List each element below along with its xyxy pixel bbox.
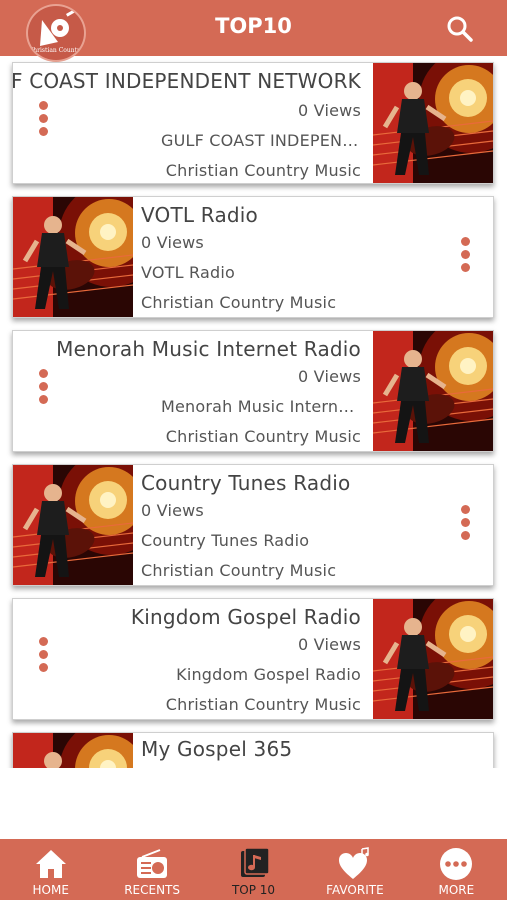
station-genre: Christian Country Music [141, 293, 337, 312]
station-name: Country Tunes Radio [141, 471, 351, 495]
tab-top10[interactable]: TOP 10 [203, 839, 304, 900]
tab-home[interactable]: HOME [0, 839, 101, 900]
tab-label: HOME [32, 883, 69, 897]
station-views: 0 Views [298, 367, 361, 386]
station-thumbnail [13, 733, 133, 768]
station-list[interactable]: GULF COAST INDEPENDENT NETWORK 0 Views G… [0, 56, 507, 768]
station-thumbnail [13, 465, 133, 585]
station-card[interactable]: Country Tunes Radio 0 Views Country Tune… [12, 464, 494, 586]
home-icon [35, 850, 66, 878]
heart-music-icon [338, 847, 369, 879]
more-options-icon[interactable] [455, 505, 475, 549]
more-options-icon[interactable] [33, 369, 53, 413]
tab-favorite[interactable]: FAVORITE [304, 839, 405, 900]
station-name: VOTL Radio [141, 203, 258, 227]
tab-label: TOP 10 [231, 883, 276, 897]
station-views: 0 Views [141, 233, 204, 252]
tab-label: FAVORITE [326, 883, 384, 897]
station-thumbnail [373, 63, 493, 183]
station-subtitle: Menorah Music Internet... [161, 397, 361, 416]
station-thumbnail [13, 197, 133, 317]
station-genre: Christian Country Music [141, 561, 337, 580]
search-icon[interactable] [446, 15, 474, 43]
station-thumbnail [373, 331, 493, 451]
station-name: Menorah Music Internet Radio [56, 337, 361, 361]
station-subtitle: VOTL Radio [141, 263, 235, 282]
app-header: Christian Country TOP10 [0, 0, 507, 62]
tab-label: RECENTS [124, 883, 181, 897]
more-options-icon[interactable] [33, 101, 53, 145]
station-subtitle: GULF COAST INDEPEND... [161, 131, 361, 150]
more-options-icon[interactable] [33, 637, 53, 681]
station-genre: Christian Country Music [165, 161, 361, 180]
station-views: 0 Views [298, 635, 361, 654]
station-thumbnail [373, 599, 493, 719]
station-genre: Christian Country Music [165, 427, 361, 446]
radio-icon [137, 849, 168, 878]
bottom-tab-bar: HOME RECENTS TOP 10 FAVORITE MORE [0, 839, 507, 900]
station-subtitle: Kingdom Gospel Radio [176, 665, 361, 684]
music-note-icon [240, 847, 270, 877]
station-name: GULF COAST INDEPENDENT NETWORK [12, 69, 361, 93]
station-genre: Christian Country Music [165, 695, 361, 714]
station-views: 0 Views [298, 101, 361, 120]
more-icon [440, 848, 473, 880]
tab-more[interactable]: MORE [406, 839, 507, 900]
page-title: TOP10 [215, 14, 292, 38]
station-name: Kingdom Gospel Radio [130, 605, 361, 629]
station-card[interactable]: VOTL Radio 0 Views VOTL Radio Christian … [12, 196, 494, 318]
tab-label: MORE [438, 883, 475, 897]
more-options-icon[interactable] [455, 237, 475, 281]
station-views: 0 Views [141, 501, 204, 520]
station-card[interactable]: Kingdom Gospel Radio 0 Views Kingdom Gos… [12, 598, 494, 720]
station-card[interactable]: My Gospel 365 [12, 732, 494, 768]
tab-recents[interactable]: RECENTS [101, 839, 202, 900]
station-name: My Gospel 365 [141, 737, 293, 761]
logo-text: Christian Country [28, 47, 84, 54]
station-card[interactable]: GULF COAST INDEPENDENT NETWORK 0 Views G… [12, 62, 494, 184]
station-card[interactable]: Menorah Music Internet Radio 0 Views Men… [12, 330, 494, 452]
station-subtitle: Country Tunes Radio [141, 531, 310, 550]
